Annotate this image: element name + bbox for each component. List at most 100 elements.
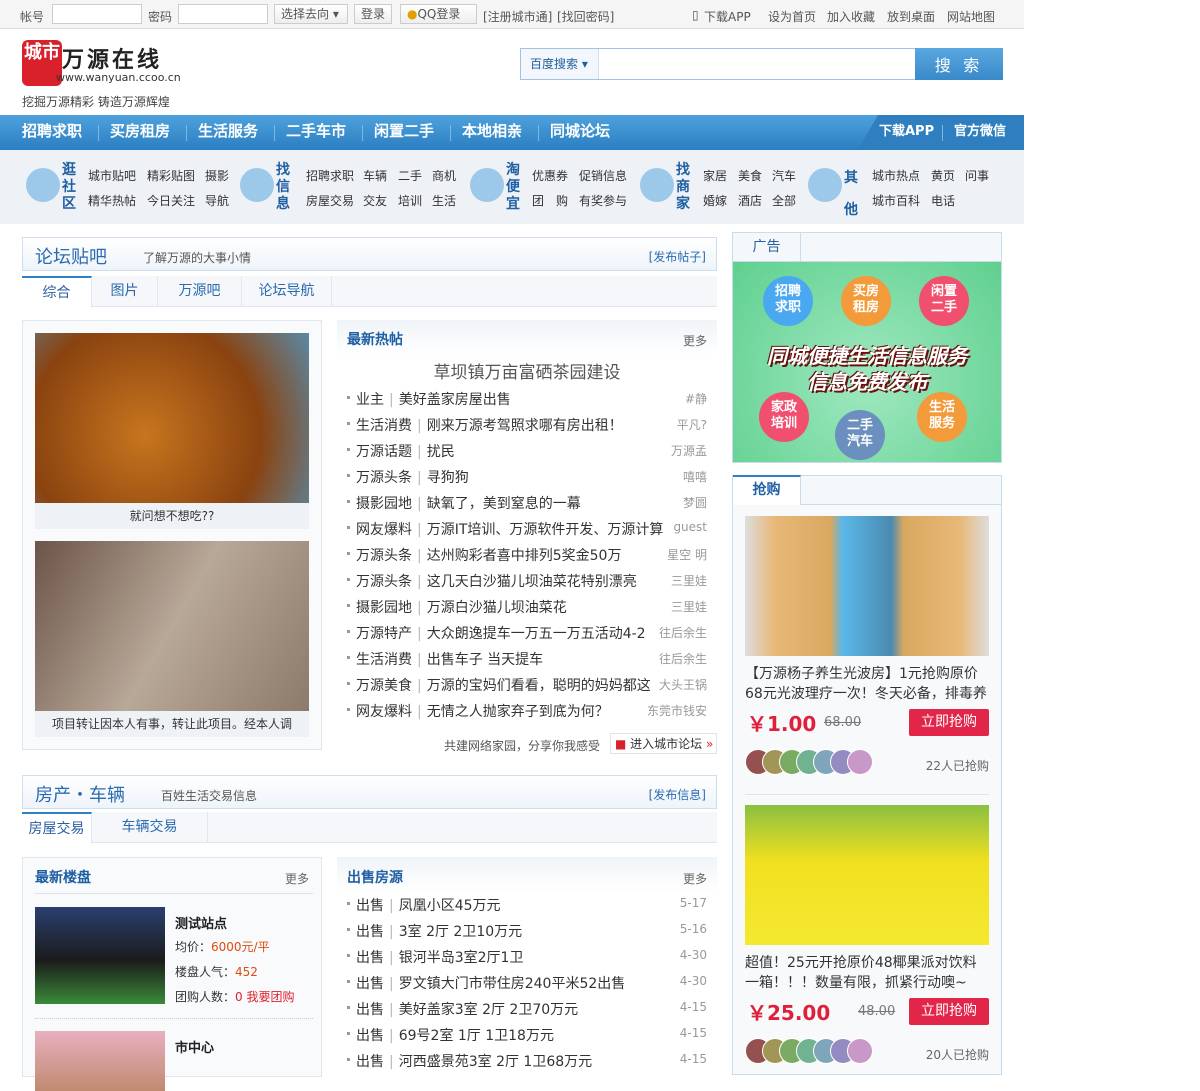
deal-image[interactable] bbox=[745, 516, 989, 656]
post-author[interactable]: #静 bbox=[685, 390, 707, 407]
list-item[interactable]: 出售 | 凤凰小区45万元 5-17 bbox=[347, 893, 707, 919]
deal-title[interactable]: 【万源杨子养生光波房】1元抢购原价68元光波理疗一次！冬天必备，排毒养 bbox=[745, 664, 989, 704]
post-title[interactable]: 达州购彩者喜中排列5奖金50万 bbox=[427, 548, 622, 564]
search-button[interactable]: 搜 索 bbox=[915, 48, 1003, 80]
post-author[interactable]: 万源孟 bbox=[671, 442, 707, 459]
quick-link[interactable]: 生活 bbox=[432, 192, 456, 209]
estate-image[interactable] bbox=[35, 1031, 165, 1091]
post-author[interactable]: guest bbox=[673, 520, 707, 534]
quick-link[interactable]: 招聘求职 bbox=[306, 167, 354, 184]
post-title[interactable]: 寻狗狗 bbox=[427, 470, 469, 486]
post-category[interactable]: 摄影园地 bbox=[356, 496, 412, 512]
list-item[interactable]: 业主 | 美好盖家房屋出售 #静 bbox=[347, 387, 707, 413]
post-category[interactable]: 万源头条 bbox=[356, 574, 412, 590]
post-category[interactable]: 业主 bbox=[356, 392, 384, 408]
enter-forum-button[interactable]: ■ 进入城市论坛 » bbox=[610, 733, 717, 754]
quick-link[interactable]: 房屋交易 bbox=[306, 192, 354, 209]
tab-pictures[interactable]: 图片 bbox=[92, 276, 158, 307]
tab-overview[interactable]: 综合 bbox=[22, 276, 92, 308]
sale-category[interactable]: 出售 bbox=[356, 898, 384, 914]
hot-posts-more[interactable]: 更多 bbox=[683, 332, 707, 349]
post-category[interactable]: 摄影园地 bbox=[356, 600, 412, 616]
add-favorite-link[interactable]: 加入收藏 bbox=[827, 8, 875, 25]
list-item[interactable]: 出售 | 69号2室 1厅 1卫18万元 4-15 bbox=[347, 1023, 707, 1049]
list-item[interactable]: 万源特产 | 大众朗逸提车一万五一万五活动4-2 往后余生 bbox=[347, 621, 707, 647]
deal-title[interactable]: 超值！25元开抢原价48椰果派对饮料一箱！！！数量有限，抓紧行动噢~ bbox=[745, 953, 989, 993]
list-item[interactable]: 出售 | 3室 2厅 2卫10万元 5-16 bbox=[347, 919, 707, 945]
quick-link[interactable]: 导航 bbox=[205, 192, 229, 209]
post-author[interactable]: 大头王锅 bbox=[659, 676, 707, 693]
nav-item[interactable]: 闲置二手 bbox=[374, 115, 434, 150]
headline-post[interactable]: 草坝镇万亩富硒茶园建设 bbox=[337, 358, 717, 383]
quick-link[interactable]: 商机 bbox=[432, 167, 456, 184]
list-item[interactable]: 万源话题 | 扰民 万源孟 bbox=[347, 439, 707, 465]
post-title[interactable]: 无情之人抛家弃子到底为何？ bbox=[427, 704, 609, 720]
sale-category[interactable]: 出售 bbox=[356, 1054, 384, 1070]
post-author[interactable]: 梦圆 bbox=[683, 494, 707, 511]
post-image-caption[interactable]: 就问想不想吃?? bbox=[35, 503, 309, 529]
quick-link[interactable]: 交友 bbox=[363, 192, 387, 209]
post-category[interactable]: 万源头条 bbox=[356, 548, 412, 564]
quick-group-title[interactable]: 其他 bbox=[844, 162, 860, 226]
post-title[interactable]: 万源的宝妈们看看，聪明的妈妈都这 bbox=[427, 678, 651, 694]
login-button[interactable]: 登录 bbox=[354, 4, 393, 24]
post-title[interactable]: 万源IT培训、万源软件开发、万源计算 bbox=[427, 522, 664, 538]
post-image-caption[interactable]: 项目转让因本人有事，转让此项目。经本人调 bbox=[35, 711, 309, 737]
deals-tab[interactable]: 抢购 bbox=[733, 475, 801, 505]
sale-category[interactable]: 出售 bbox=[356, 1002, 384, 1018]
sale-title[interactable]: 3室 2厅 2卫10万元 bbox=[399, 924, 522, 940]
sale-category[interactable]: 出售 bbox=[356, 1028, 384, 1044]
quick-link[interactable]: 酒店 bbox=[738, 192, 762, 209]
estate-name[interactable]: 市中心 bbox=[175, 1037, 214, 1056]
post-image[interactable] bbox=[35, 333, 309, 503]
nav-item[interactable]: 招聘求职 bbox=[22, 115, 82, 150]
nav-item[interactable]: 买房租房 bbox=[110, 115, 170, 150]
list-item[interactable]: 万源头条 | 这几天白沙猫儿坝油菜花特别漂亮 三里娃 bbox=[347, 569, 707, 595]
post-title[interactable]: 大众朗逸提车一万五一万五活动4-2 bbox=[427, 626, 646, 642]
post-title[interactable]: 出售车子 当天提车 bbox=[427, 652, 543, 668]
list-item[interactable]: 万源头条 | 达州购彩者喜中排列5奖金50万 星空 明 bbox=[347, 543, 707, 569]
quick-link[interactable]: 问事 bbox=[965, 167, 989, 184]
tab-forum-nav[interactable]: 论坛导航 bbox=[242, 276, 332, 307]
nav-item[interactable]: 本地相亲 bbox=[462, 115, 522, 150]
quick-link[interactable]: 精华热帖 bbox=[88, 192, 136, 209]
list-item[interactable]: 摄影园地 | 缺氧了，美到窒息的一幕 梦圆 bbox=[347, 491, 707, 517]
post-author[interactable]: 三里娃 bbox=[671, 598, 707, 615]
post-title[interactable]: 万源白沙猫儿坝油菜花 bbox=[427, 600, 567, 616]
quick-link[interactable]: 家居 bbox=[703, 167, 727, 184]
tab-vehicle-trade[interactable]: 车辆交易 bbox=[92, 812, 208, 843]
quick-link[interactable]: 今日关注 bbox=[147, 192, 195, 209]
search-engine-select[interactable]: 百度搜索 ▾ bbox=[521, 49, 599, 79]
quick-link[interactable]: 车辆 bbox=[363, 167, 387, 184]
search-input[interactable] bbox=[601, 49, 913, 79]
quick-link[interactable]: 电话 bbox=[931, 192, 955, 209]
password-input[interactable] bbox=[178, 4, 268, 24]
quick-link[interactable]: 婚嫁 bbox=[703, 192, 727, 209]
post-author[interactable]: 平凡? bbox=[677, 416, 707, 433]
desktop-link[interactable]: 放到桌面 bbox=[887, 8, 935, 25]
quick-link[interactable]: 摄影 bbox=[205, 167, 229, 184]
buy-now-button[interactable]: 立即抢购 bbox=[909, 709, 989, 736]
nav-item[interactable]: 同城论坛 bbox=[550, 115, 610, 150]
nav-download-app[interactable]: 下载APP bbox=[879, 115, 934, 150]
buy-now-button[interactable]: 立即抢购 bbox=[909, 998, 989, 1025]
qq-login-button[interactable]: ●QQ登录 bbox=[400, 4, 477, 24]
account-input[interactable] bbox=[52, 4, 142, 24]
sale-title[interactable]: 69号2室 1厅 1卫18万元 bbox=[399, 1028, 554, 1044]
post-category[interactable]: 万源话题 bbox=[356, 444, 412, 460]
sale-category[interactable]: 出售 bbox=[356, 976, 384, 992]
quick-link[interactable]: 有奖参与 bbox=[579, 192, 627, 209]
post-title[interactable]: 美好盖家房屋出售 bbox=[399, 392, 511, 408]
deal-image[interactable] bbox=[745, 805, 989, 945]
new-estates-more[interactable]: 更多 bbox=[285, 870, 309, 887]
post-image[interactable] bbox=[35, 541, 309, 711]
post-category[interactable]: 万源美食 bbox=[356, 678, 412, 694]
sale-title[interactable]: 银河半岛3室2厅1卫 bbox=[399, 950, 524, 966]
sale-title[interactable]: 美好盖家3室 2厅 2卫70万元 bbox=[399, 1002, 578, 1018]
list-item[interactable]: 出售 | 银河半岛3室2厅1卫 4-30 bbox=[347, 945, 707, 971]
set-homepage-link[interactable]: 设为首页 bbox=[768, 8, 816, 25]
post-category[interactable]: 生活消费 bbox=[356, 652, 412, 668]
post-info-link[interactable]: [发布信息] bbox=[649, 786, 706, 803]
quick-link[interactable]: 促销信息 bbox=[579, 167, 627, 184]
post-author[interactable]: 往后余生 bbox=[659, 650, 707, 667]
